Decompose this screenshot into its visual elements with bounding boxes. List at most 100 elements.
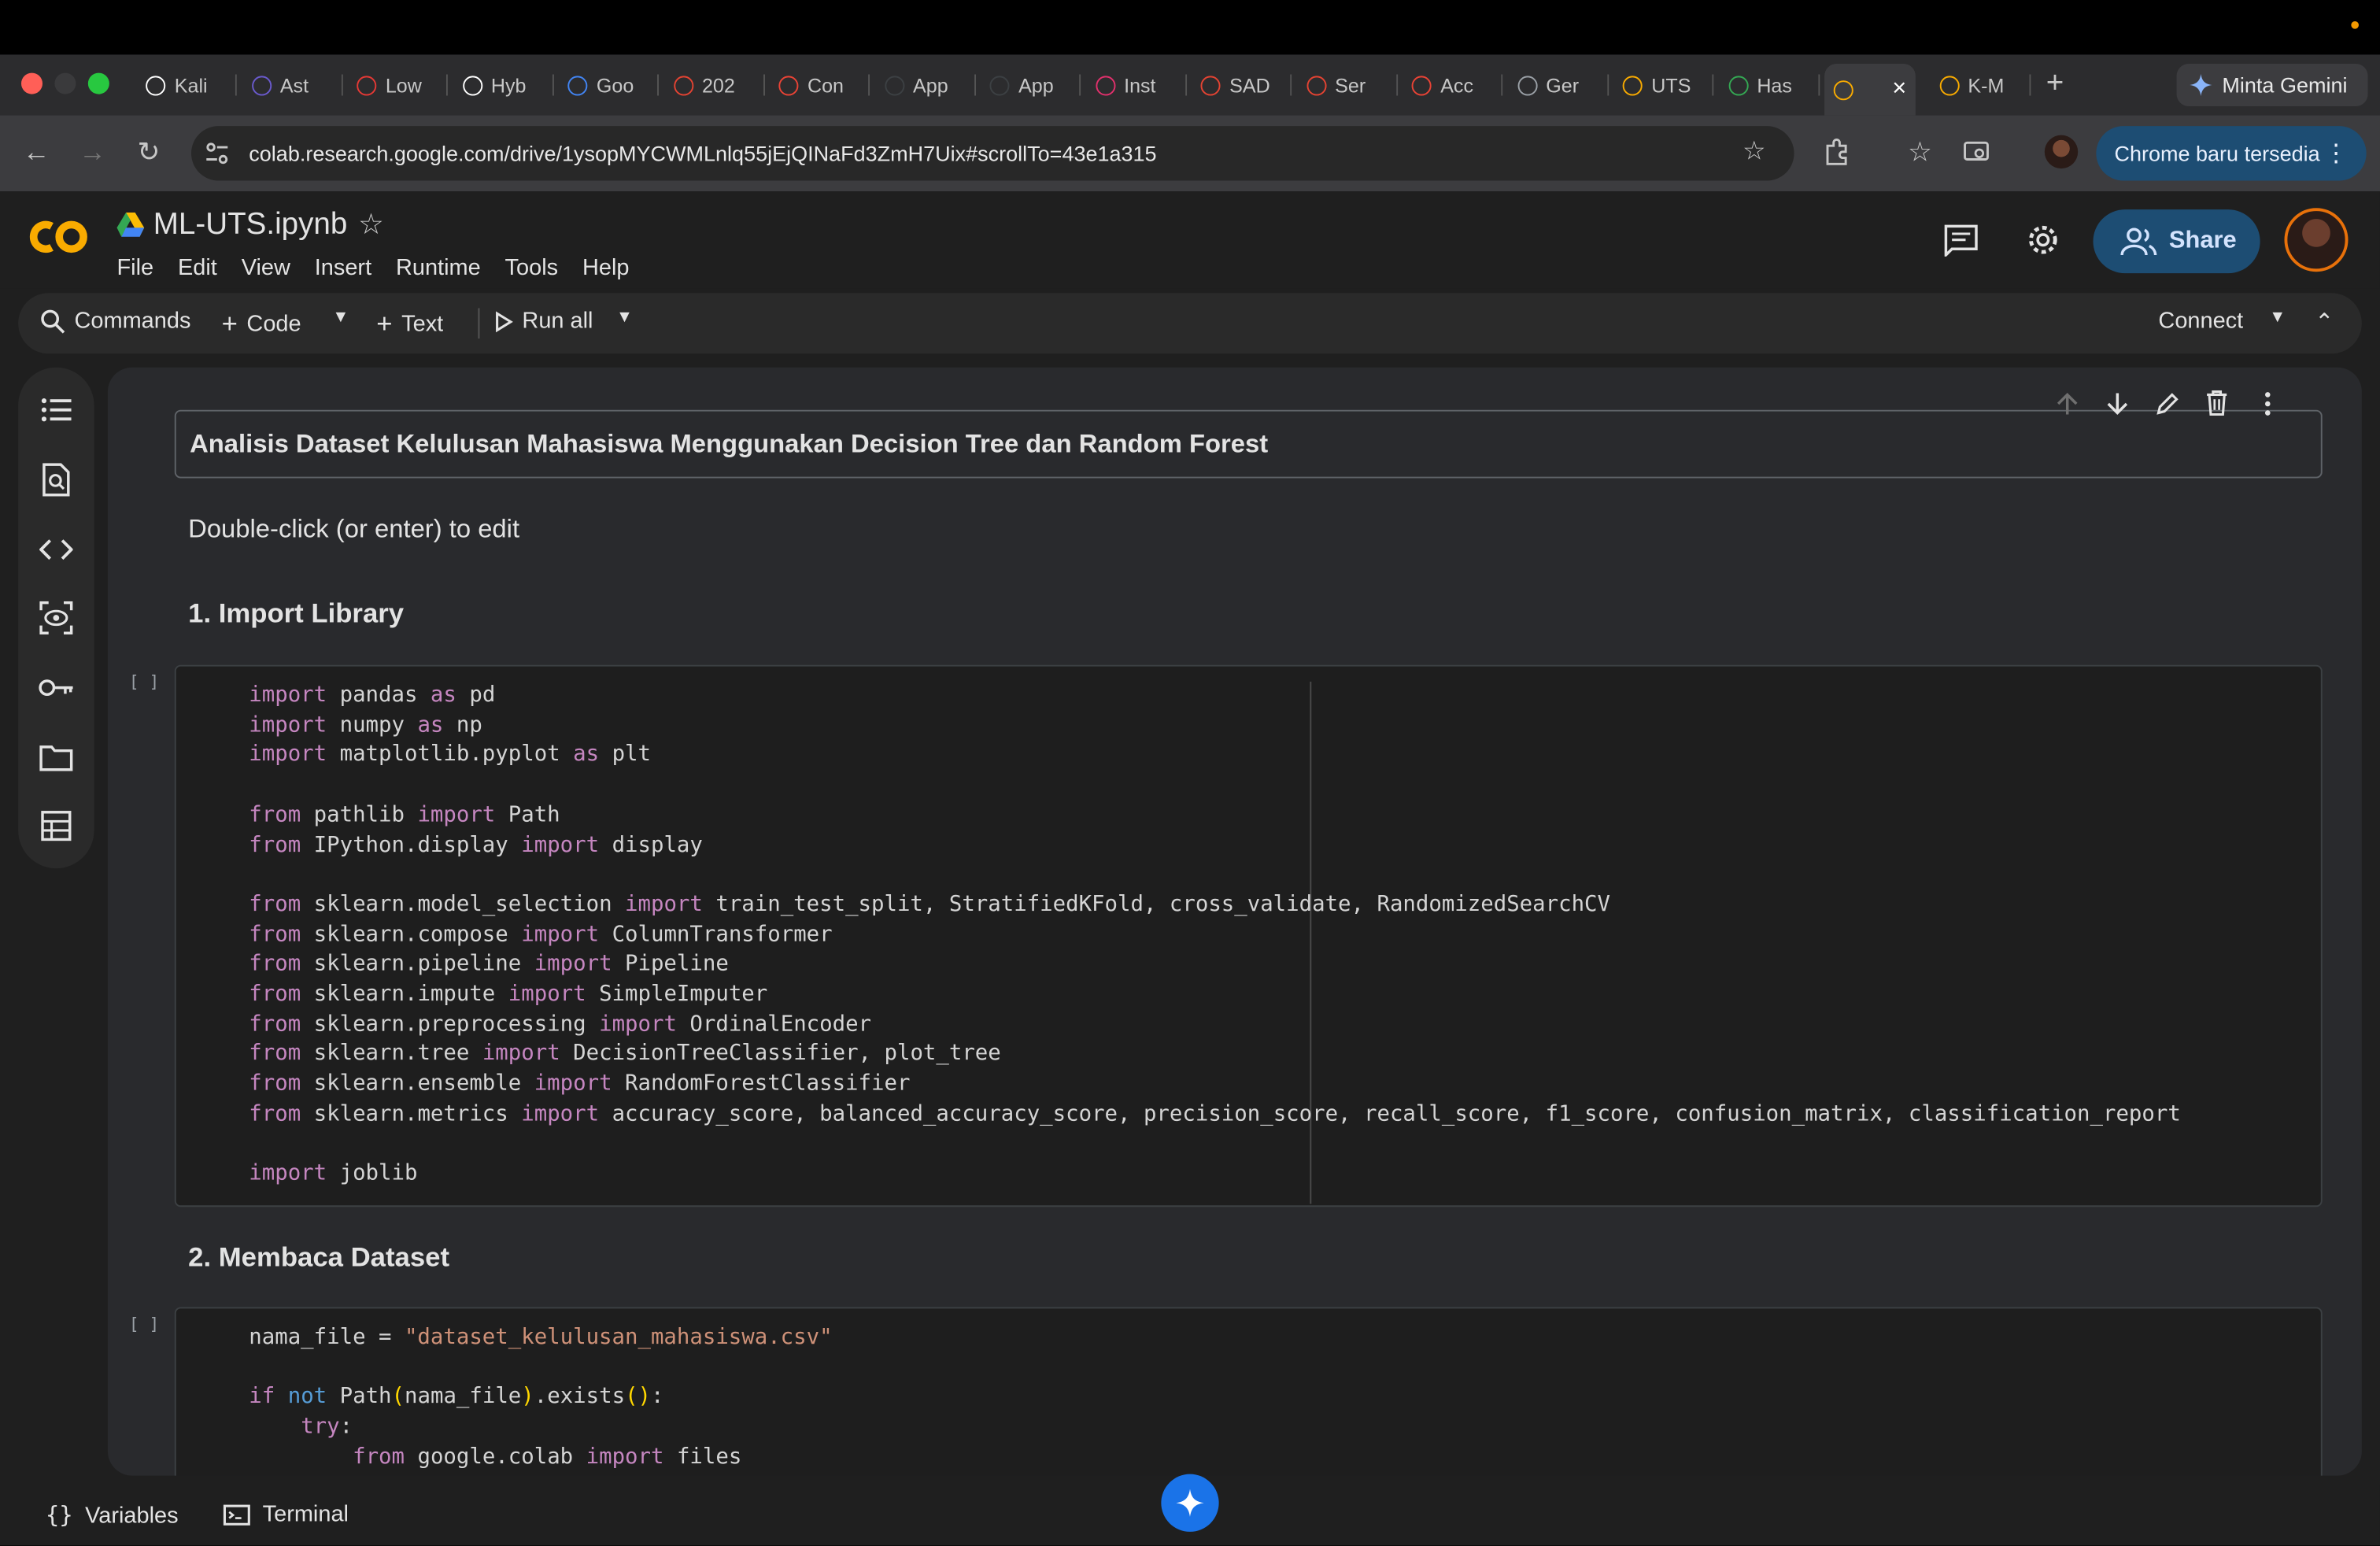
menu-insert[interactable]: Insert xyxy=(315,255,371,281)
run-cell-button[interactable]: [ ] xyxy=(129,672,159,692)
menu-view[interactable]: View xyxy=(242,255,290,281)
extensions-puzzle-icon[interactable] xyxy=(1818,134,1854,170)
close-window-button[interactable] xyxy=(20,72,42,94)
menu-runtime[interactable]: Runtime xyxy=(396,255,481,281)
browser-tab[interactable]: Hyb xyxy=(453,64,553,106)
code-cell-read-dataset[interactable]: nama_file = "dataset_kelulusan_mahasiswa… xyxy=(174,1307,2323,1476)
bookmark-star-icon[interactable]: ☆ xyxy=(1743,137,1765,168)
run-all-button[interactable]: Run all xyxy=(495,308,593,334)
code-editor[interactable]: import pandas as pd import numpy as np i… xyxy=(249,682,2181,1190)
edit-hint-text[interactable]: Double-click (or enter) to edit xyxy=(188,515,519,546)
terminal-label: Terminal xyxy=(262,1501,349,1528)
window-controls xyxy=(20,72,109,94)
move-cell-down-icon[interactable] xyxy=(2099,386,2134,420)
commands-button[interactable]: Commands xyxy=(39,308,190,334)
find-icon[interactable] xyxy=(38,461,74,497)
code-dropdown-icon[interactable]: ▼ xyxy=(332,308,349,326)
terminal-icon xyxy=(223,1503,250,1525)
code-cell-import[interactable]: import pandas as pd import numpy as np i… xyxy=(174,664,2323,1208)
browser-tab[interactable]: Acc xyxy=(1402,64,1503,106)
browser-tab[interactable]: SAD xyxy=(1192,64,1292,106)
comments-icon[interactable] xyxy=(1942,220,1981,260)
reload-icon[interactable]: ↻ xyxy=(131,134,167,170)
code-editor[interactable]: nama_file = "dataset_kelulusan_mahasiswa… xyxy=(249,1324,832,1474)
tab-search-icon[interactable] xyxy=(1958,134,1994,170)
openai-icon xyxy=(146,75,166,95)
menu-help[interactable]: Help xyxy=(582,255,630,281)
toc-icon[interactable] xyxy=(38,392,74,428)
title-text-cell[interactable]: Analisis Dataset Kelulusan Mahasiswa Men… xyxy=(174,409,2323,479)
section-heading-dataset[interactable]: 2. Membaca Dataset xyxy=(188,1242,449,1274)
star-notebook-icon[interactable]: ☆ xyxy=(358,208,384,242)
browser-tab[interactable]: Ast xyxy=(242,64,342,106)
variable-inspector-icon[interactable] xyxy=(38,600,74,636)
gemini-assistant-button[interactable] xyxy=(1161,1474,1219,1532)
chrome-update-button[interactable]: Chrome baru tersedia ⋮ xyxy=(2096,126,2367,181)
minimize-window-button[interactable] xyxy=(54,72,76,94)
chrome-update-label: Chrome baru tersedia xyxy=(2114,141,2320,166)
add-text-button[interactable]: + Text xyxy=(376,308,443,339)
profile-avatar-icon[interactable] xyxy=(2044,135,2079,169)
collapse-header-icon[interactable]: ⌃ xyxy=(2315,308,2334,335)
tab-separator xyxy=(974,74,976,96)
forward-arrow-icon[interactable]: → xyxy=(74,134,110,170)
address-bar[interactable]: colab.research.google.com/drive/1ysopMYC… xyxy=(190,126,1794,181)
browser-tab[interactable]: Has xyxy=(1719,64,1820,106)
secrets-key-icon[interactable] xyxy=(38,669,74,705)
settings-gear-icon[interactable] xyxy=(2023,220,2063,260)
browser-tab[interactable]: Kali xyxy=(137,64,237,106)
run-cell-button[interactable]: [ ] xyxy=(129,1315,159,1334)
browser-tab[interactable]: Ser xyxy=(1297,64,1398,106)
section-heading-import[interactable]: 1. Import Library xyxy=(188,598,404,631)
url-text: colab.research.google.com/drive/1ysopMYC… xyxy=(249,141,1157,166)
notebook-title[interactable]: ML-UTS.ipynb xyxy=(153,208,347,242)
browser-tab[interactable]: UTS xyxy=(1613,64,1714,106)
close-tab-icon[interactable]: × xyxy=(1892,76,1906,103)
menu-tools[interactable]: Tools xyxy=(505,255,559,281)
back-arrow-icon[interactable]: ← xyxy=(18,134,54,170)
new-tab-button[interactable]: + xyxy=(2046,67,2064,102)
edit-pencil-icon[interactable] xyxy=(2149,386,2184,420)
bookmarks-icon[interactable]: ☆ xyxy=(1901,134,1938,170)
variables-label: Variables xyxy=(85,1502,179,1529)
delete-trash-icon[interactable] xyxy=(2199,386,2234,420)
tab-separator xyxy=(235,74,237,96)
run-all-dropdown-icon[interactable]: ▼ xyxy=(616,308,633,326)
move-cell-up-icon[interactable] xyxy=(2049,386,2084,420)
connect-dropdown-icon[interactable]: ▼ xyxy=(2269,308,2286,326)
browser-tab-label: Ser xyxy=(1335,73,1366,97)
add-code-button[interactable]: + Code xyxy=(222,308,301,339)
drive-icon xyxy=(116,212,145,237)
variables-button[interactable]: {} Variables xyxy=(46,1501,179,1529)
more-options-icon[interactable] xyxy=(2249,386,2284,420)
browser-tab[interactable]: App xyxy=(875,64,976,106)
gmail-icon xyxy=(1411,75,1432,95)
menu-edit[interactable]: Edit xyxy=(178,255,217,281)
browser-tab-label: Ast xyxy=(279,73,309,97)
connect-button[interactable]: Connect xyxy=(2158,308,2243,334)
browser-tab-label: Low xyxy=(385,73,422,97)
tab-separator xyxy=(657,74,659,96)
browser-tab[interactable]: Con xyxy=(770,64,870,106)
data-table-icon[interactable] xyxy=(38,808,74,844)
connect-label: Connect xyxy=(2158,308,2244,335)
notebook-toolbar xyxy=(18,293,2362,354)
share-button[interactable]: Share xyxy=(2093,209,2260,274)
browser-tab[interactable]: Ger xyxy=(1508,64,1609,106)
browser-tab[interactable]: Inst xyxy=(1086,64,1187,106)
site-settings-icon[interactable] xyxy=(203,139,231,167)
colab-logo-icon[interactable] xyxy=(26,214,93,260)
ask-gemini-button[interactable]: Minta Gemini xyxy=(2176,63,2368,106)
browser-tab[interactable]: 202 xyxy=(664,64,765,106)
browser-tab[interactable]: App xyxy=(981,64,1081,106)
browser-tab[interactable]: × xyxy=(1824,63,1916,116)
browser-tab[interactable]: Low xyxy=(348,64,448,106)
account-avatar[interactable] xyxy=(2284,208,2349,272)
code-snippets-icon[interactable] xyxy=(38,531,74,568)
terminal-button[interactable]: Terminal xyxy=(223,1501,349,1528)
browser-tab[interactable]: K-M xyxy=(1930,64,2031,106)
browser-tab[interactable]: Goo xyxy=(559,64,659,106)
maximize-window-button[interactable] xyxy=(87,72,109,94)
menu-file[interactable]: File xyxy=(116,255,153,281)
files-folder-icon[interactable] xyxy=(38,739,74,775)
